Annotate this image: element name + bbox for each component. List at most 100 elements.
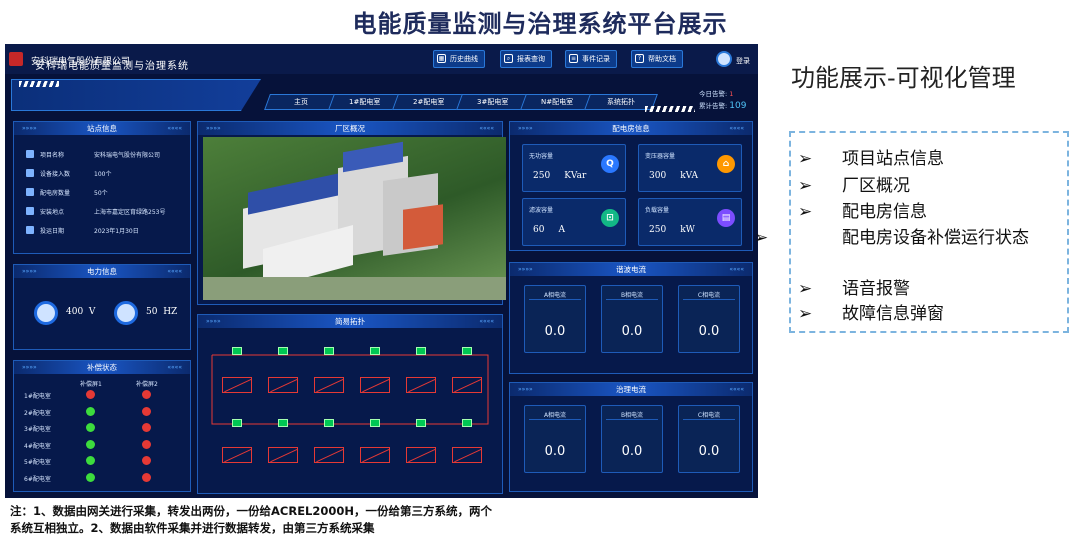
breaker-switch (324, 347, 334, 355)
phase-label: C相电流 (697, 412, 721, 419)
column-header: 补偿屏2 (136, 381, 158, 388)
search-icon: ⌕ (504, 54, 513, 63)
current-value: 0.0 (698, 324, 720, 339)
column-header: 补偿屏1 (80, 381, 102, 388)
info-label: 设备接入数 (40, 171, 71, 178)
login-link[interactable]: 登录 (736, 56, 750, 66)
card-value: 250 KVar (533, 171, 586, 181)
panel-title: 治理电流 (510, 383, 752, 396)
cabinet-box (452, 377, 482, 393)
site-info-panel: 站点信息 项目名称 安科瑞电气股份有限公司设备接入数 100个配电房数量 50个安装地… (13, 121, 191, 254)
tab-room-n[interactable]: N#配电室 (520, 94, 594, 110)
user-avatar-icon[interactable] (716, 51, 732, 67)
feature-text: 故障信息弹窗 (842, 304, 944, 324)
cabinet-box (268, 447, 298, 463)
room-info-card: 变压器容量 300 kVA ⌂ (638, 144, 742, 192)
feature-text: 配电房信息 (842, 202, 927, 222)
status-led (86, 439, 95, 449)
tab-room-1[interactable]: 1#配电室 (328, 94, 402, 110)
room-info-card: 无功容量 250 KVar Q (522, 144, 626, 192)
breaker-switch (232, 419, 242, 427)
room-label: 4#配电室 (24, 442, 51, 450)
status-led (86, 456, 95, 465)
current-value: 0.0 (544, 324, 566, 339)
info-value: 50个 (94, 190, 108, 197)
compensation-status-panel: 补偿状态 补偿屏1 补偿屏2 1#配电室 2#配电室 3#配电室 4#配电室 5#配电室… (13, 360, 191, 492)
arrow-icon: ➢ (798, 202, 813, 222)
phase-label: C相电流 (697, 292, 721, 299)
divider (529, 419, 581, 420)
cabinet-box (222, 447, 252, 463)
feature-item: ➢ 配电房信息 (798, 200, 1058, 224)
cabinet-box (360, 447, 390, 463)
help-doc-button[interactable]: ? 帮助文档 (631, 50, 683, 68)
phase-label: A相电流 (543, 412, 567, 419)
harmonic-current-panel: 谐波电流 A相电流 0.0 B相电流 0.0 C相电流 0.0 (509, 262, 753, 374)
decorative-stripes (645, 106, 695, 112)
info-label: 投运日期 (40, 228, 65, 235)
feature-text: 语音报警 (842, 279, 910, 299)
room-info-card: 负载容量 250 kW ▤ (638, 198, 742, 246)
harmonic-current-box: C相电流 0.0 (678, 285, 740, 353)
chart-icon: ▦ (437, 54, 446, 63)
tab-room-3[interactable]: 3#配电室 (456, 94, 530, 110)
current-value: 0.0 (698, 444, 720, 459)
cabinet-box (314, 447, 344, 463)
divider (606, 419, 658, 420)
panel-title: 配电房信息 (510, 122, 752, 135)
feature-text: 项目站点信息 (842, 149, 944, 169)
value: 60 (533, 225, 545, 235)
arrow-icon: ➢ (754, 228, 769, 248)
value: 250 (533, 171, 551, 181)
card-label: 无功容量 (529, 153, 554, 160)
info-row-icon (26, 207, 34, 215)
tab-room-2[interactable]: 2#配电室 (392, 94, 466, 110)
decorative-stripes (19, 81, 59, 87)
topology-diagram (211, 354, 489, 425)
info-value: 2023年1月30日 (94, 228, 139, 235)
panel-title: 厂区概况 (198, 122, 502, 135)
tab-home[interactable]: 主页 (264, 94, 338, 110)
card-value: 250 kW (649, 225, 695, 235)
company-logo (9, 52, 23, 66)
breaker-switch (370, 419, 380, 427)
voltage-value: 400 V (66, 307, 96, 317)
frequency-value: 50 HZ (146, 307, 178, 317)
harmonic-current-box: B相电流 0.0 (601, 285, 663, 353)
event-log-button[interactable]: ≡ 事件记录 (565, 50, 617, 68)
feature-text: 配电房设备补偿运行状态 (842, 228, 1029, 248)
unit: KVar (564, 171, 587, 181)
card-icon: ▤ (717, 209, 735, 227)
feature-item: ➢ 配电房设备补偿运行状态 (754, 226, 1060, 250)
divider (529, 299, 581, 300)
arrow-icon: ➢ (798, 279, 813, 299)
breaker-switch (232, 347, 242, 355)
system-title: 安科瑞电能质量监测与治理系统 (35, 61, 189, 72)
status-led (142, 390, 151, 399)
status-led (86, 472, 95, 482)
voltage-icon (34, 301, 58, 325)
frequency-icon (114, 301, 138, 325)
feature-item: ➢ 故障信息弹窗 (798, 302, 1058, 326)
feature-text: 厂区概况 (842, 176, 910, 196)
breaker-switch (324, 419, 334, 427)
panel-title: 简易拓扑 (198, 315, 502, 328)
document-icon: ≡ (569, 54, 578, 63)
info-row-icon (26, 226, 34, 234)
card-value: 300 kVA (649, 171, 698, 181)
cabinet-box (268, 377, 298, 393)
cabinet-box (406, 377, 436, 393)
help-icon: ? (635, 54, 644, 63)
card-icon: ⌂ (717, 155, 735, 173)
breaker-switch (278, 347, 288, 355)
report-query-button[interactable]: ⌕ 报表查询 (500, 50, 552, 68)
alarm-today: 今日告警: 1 (699, 90, 734, 98)
breaker-switch (462, 347, 472, 355)
divider (606, 299, 658, 300)
history-curve-button[interactable]: ▦ 历史曲线 (433, 50, 485, 68)
room-info-card: 滤波容量 60 A ⊡ (522, 198, 626, 246)
cabinet-box (360, 377, 390, 393)
room-label: 1#配电室 (24, 393, 51, 400)
panel-title: 电力信息 (14, 265, 190, 278)
current-value: 0.0 (621, 444, 643, 459)
